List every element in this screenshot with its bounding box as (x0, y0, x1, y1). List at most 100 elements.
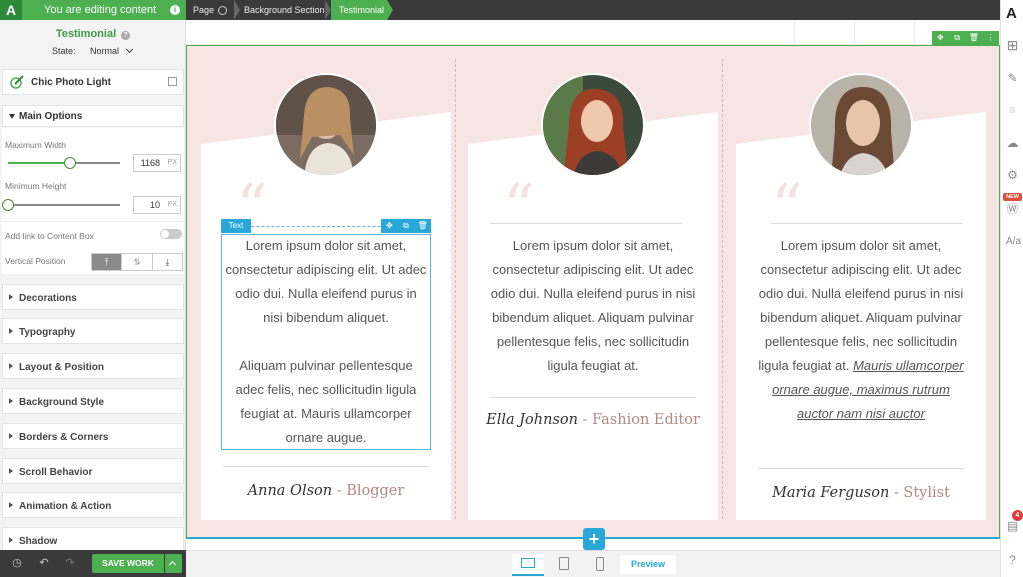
paragraph: Lorem ipsum dolor sit amet, consectetur … (490, 238, 696, 373)
author-name: Ella Johnson (486, 412, 578, 428)
main-options-header[interactable]: Main Options (2, 105, 184, 127)
duplicate-icon[interactable]: ⧉ (398, 219, 415, 233)
section-typography[interactable]: Typography (2, 318, 184, 344)
slider-handle[interactable] (2, 199, 14, 211)
max-width-value: 1168 (140, 158, 160, 168)
history-icon[interactable]: ◷ (11, 557, 23, 569)
duplicate-icon[interactable]: ⧉ (949, 31, 966, 45)
quote-icon: “ (503, 170, 535, 243)
testimonial-text[interactable]: Lorem ipsum dolor sit amet, consectetur … (224, 234, 428, 450)
right-rail: A ⊞ ✎ ≡ ☁ ⚙ NEW Ⓦ A/a ▤ 4 ? (1000, 0, 1023, 577)
external-link-icon[interactable] (168, 77, 177, 86)
caret-right-icon (9, 468, 13, 474)
avatar (541, 73, 645, 177)
divider (223, 466, 429, 467)
undo-icon[interactable]: ↶ (38, 557, 50, 569)
max-width-input[interactable]: 1168 PX (133, 154, 181, 172)
save-work-button[interactable]: SAVE WORK (92, 554, 164, 573)
main-options-body: Maximum Width 1168 PX Minimum Height 10 … (2, 128, 184, 274)
delete-icon[interactable]: 🗑 (414, 219, 431, 233)
state-value[interactable]: Normal (90, 46, 119, 56)
author-name: Maria Ferguson (772, 485, 890, 501)
element-title: Testimonial ? (0, 28, 185, 40)
min-height-slider[interactable] (2, 199, 120, 211)
min-height-input[interactable]: 10 PX (133, 196, 181, 214)
cloud-icon[interactable]: ☁ (1006, 137, 1019, 150)
top-bar: A You are editing content i Page Backgro… (0, 0, 1000, 20)
section-animation-action[interactable]: Animation & Action (2, 492, 184, 518)
caret-down-icon (9, 114, 15, 119)
app-logo[interactable]: A (0, 0, 22, 20)
mobile-view-button[interactable] (584, 554, 616, 576)
breadcrumb-background-section[interactable]: Background Section (244, 0, 325, 20)
align-top-button[interactable]: ⤒ (92, 254, 123, 270)
section-background-style[interactable]: Background Style (2, 388, 184, 414)
min-height-label: Minimum Height (5, 181, 67, 191)
move-icon[interactable]: ✥ (932, 31, 949, 45)
vertical-position-label: Vertical Position (5, 256, 66, 266)
section-borders-corners[interactable]: Borders & Corners (2, 423, 184, 449)
translate-icon[interactable]: A/a (1006, 235, 1021, 248)
section-shadow[interactable]: Shadow (2, 527, 184, 550)
wordpress-icon[interactable]: Ⓦ (1006, 203, 1019, 216)
sliders-icon[interactable]: ≡ (1006, 104, 1019, 117)
max-width-slider[interactable] (8, 157, 120, 169)
brush-icon[interactable]: ✎ (1006, 72, 1019, 85)
section-label: Scroll Behavior (19, 467, 93, 478)
divider (2, 221, 184, 222)
caret-right-icon (9, 328, 13, 334)
role-separator: - (889, 485, 904, 501)
desktop-icon (521, 558, 535, 568)
more-icon[interactable]: ⋮ (982, 31, 999, 45)
tablet-view-button[interactable] (548, 554, 580, 576)
options-panel: Testimonial ? State: Normal Chic Photo L… (0, 20, 186, 550)
device-bar: Preview (186, 550, 1000, 577)
save-options-button[interactable] (165, 554, 182, 573)
gear-icon[interactable] (218, 6, 228, 16)
text-element-tag[interactable]: Text (221, 219, 251, 233)
help-icon[interactable]: ? (1006, 554, 1019, 567)
move-icon[interactable]: ✥ (381, 219, 398, 233)
redo-icon[interactable]: ↷ (64, 557, 76, 569)
link-toggle[interactable] (160, 229, 182, 239)
state-selector[interactable]: State: Normal (52, 45, 133, 56)
state-label: State: (52, 46, 76, 56)
breadcrumb-page-label: Page (193, 5, 215, 15)
caret-right-icon (9, 537, 13, 543)
breadcrumb-testimonial[interactable]: Testimonial (331, 0, 393, 20)
add-element-icon[interactable]: ⊞ (1006, 38, 1019, 52)
notifications-icon[interactable]: ▤ (1006, 520, 1019, 533)
preset-selector[interactable]: Chic Photo Light (2, 69, 184, 95)
section-layout-position[interactable]: Layout & Position (2, 353, 184, 379)
info-icon[interactable]: i (170, 5, 180, 15)
section-label: Decorations (19, 293, 77, 304)
section-label: Shadow (19, 536, 58, 547)
add-section-button[interactable]: + (583, 528, 605, 550)
desktop-view-button[interactable] (512, 554, 544, 576)
canvas-header-strip (186, 20, 1000, 45)
divider (490, 223, 682, 224)
section-label: Borders & Corners (19, 432, 109, 443)
role-separator: - (577, 412, 593, 428)
align-bottom-button[interactable]: ⤓ (153, 254, 182, 270)
section-decorations[interactable]: Decorations (2, 284, 184, 310)
app-logo[interactable]: A (1006, 5, 1017, 22)
unit-label: PX (167, 201, 177, 208)
main-options-title: Main Options (19, 111, 83, 122)
testimonial-text[interactable]: Lorem ipsum dolor sit amet, consectetur … (756, 234, 966, 426)
delete-icon[interactable]: 🗑 (966, 31, 983, 45)
testimonial-text[interactable]: Lorem ipsum dolor sit amet, consectetur … (488, 234, 698, 378)
section-scroll-behavior[interactable]: Scroll Behavior (2, 458, 184, 484)
editing-label: You are editing content (44, 4, 157, 16)
slider-handle[interactable] (64, 157, 76, 169)
align-middle-button[interactable]: ⥮ (122, 254, 153, 270)
preview-button[interactable]: Preview (620, 555, 676, 574)
breadcrumb-page[interactable]: Page (193, 0, 228, 20)
paragraph: Aliquam pulvinar pellentesque adec felis… (235, 358, 417, 445)
section-toolbar: ✥ ⧉ 🗑 ⋮ (932, 31, 999, 45)
help-icon[interactable]: ? (121, 31, 131, 40)
preset-name: Chic Photo Light (31, 77, 111, 88)
caret-right-icon (9, 363, 13, 369)
gear-icon[interactable]: ⚙ (1006, 169, 1019, 182)
section-label: Background Style (19, 397, 105, 408)
